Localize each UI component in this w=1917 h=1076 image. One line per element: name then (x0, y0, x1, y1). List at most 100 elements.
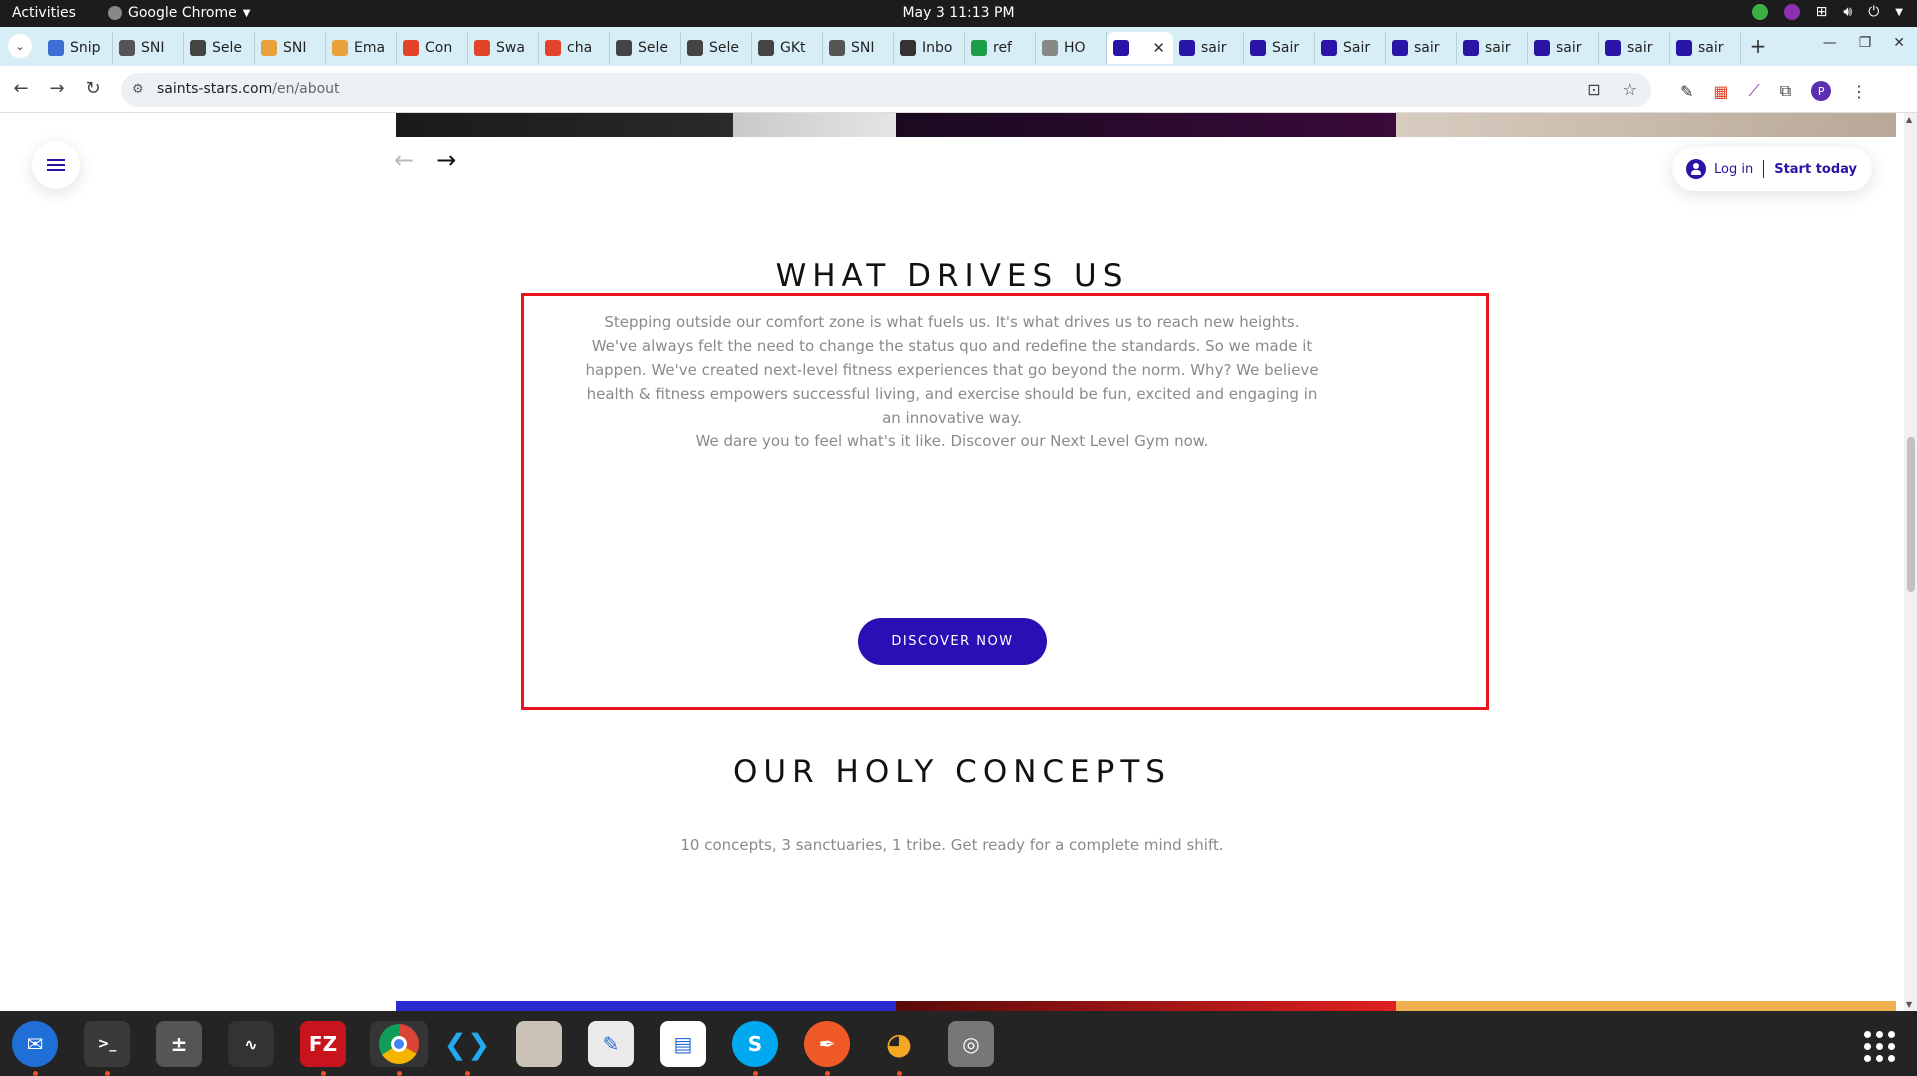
tab-favicon-icon (758, 40, 774, 56)
hamburger-icon (47, 156, 65, 174)
tab-label: Ema (354, 40, 386, 56)
calculator-icon[interactable]: ± (156, 1021, 202, 1067)
address-bar[interactable]: ⚙ saints-stars.com/en/about ⊡ ☆ (121, 73, 1651, 107)
system-monitor-icon[interactable]: ∿ (228, 1021, 274, 1067)
url-text[interactable]: saints-stars.com/en/about (157, 81, 340, 97)
install-app-icon[interactable]: ⊡ (1587, 80, 1600, 99)
app-menu[interactable]: Google Chrome ▼ (108, 5, 250, 21)
tab[interactable]: sair (1599, 32, 1670, 64)
page-scrollbar[interactable]: ▲ ▼ (1904, 113, 1917, 1011)
filezilla-icon[interactable]: FZ (300, 1021, 346, 1067)
minimize-button[interactable]: — (1823, 35, 1837, 51)
tab-favicon-icon (1534, 40, 1550, 56)
hamburger-menu-button[interactable] (32, 141, 80, 189)
system-tray[interactable]: ⊞ 🔊︎ ⏻ ▼ (1751, 4, 1903, 20)
new-tab-button[interactable]: + (1744, 32, 1772, 60)
maximize-button[interactable]: ❐ (1859, 35, 1872, 51)
drives-dare: We dare you to feel what's it like. Disc… (0, 429, 1904, 453)
vscode-icon[interactable]: ❮❯ (444, 1021, 491, 1067)
tab[interactable]: Snip (42, 32, 113, 64)
tab[interactable]: GKt (752, 32, 823, 64)
inkscape-icon[interactable]: ✒ (804, 1021, 850, 1067)
login-link[interactable]: Log in (1714, 162, 1753, 177)
reload-button[interactable]: ↻ (82, 78, 104, 99)
tab[interactable]: Sele (610, 32, 681, 64)
scroll-down-icon[interactable]: ▼ (1906, 1000, 1912, 1009)
concept-image[interactable] (396, 1001, 896, 1011)
calendar-extension-icon[interactable]: ▦ (1713, 82, 1728, 101)
auth-pill: Log in Start today (1672, 147, 1872, 191)
tab[interactable]: sair (1670, 32, 1741, 64)
arrow-right-icon[interactable]: → (436, 146, 456, 174)
running-indicator (321, 1071, 326, 1076)
extensions-puzzle-icon[interactable]: ⧉ (1780, 81, 1791, 101)
tab-search-button[interactable]: ⌄ (8, 34, 32, 58)
tab[interactable]: sair (1386, 32, 1457, 64)
files-icon[interactable] (516, 1021, 562, 1067)
running-indicator (397, 1071, 402, 1076)
close-window-button[interactable]: ✕ (1893, 35, 1905, 51)
concepts-subtitle: 10 concepts, 3 sanctuaries, 1 tribe. Get… (0, 833, 1904, 857)
bookmark-star-icon[interactable]: ☆ (1623, 80, 1637, 99)
concept-image[interactable] (1396, 1001, 1896, 1011)
writer-icon[interactable]: ▤ (660, 1021, 706, 1067)
carousel-image[interactable] (896, 113, 1396, 137)
tab[interactable]: Sele (681, 32, 752, 64)
eyedropper-icon[interactable]: ✎ (1680, 82, 1693, 101)
profile-avatar[interactable]: P (1811, 81, 1832, 101)
start-today-link[interactable]: Start today (1774, 162, 1857, 177)
show-apps-grid-icon[interactable] (1864, 1031, 1895, 1062)
tab[interactable]: HO (1036, 32, 1107, 64)
tab[interactable]: sair (1173, 32, 1244, 64)
text-editor-icon[interactable]: ✎ (588, 1021, 634, 1067)
tab[interactable]: sair (1528, 32, 1599, 64)
discover-now-button[interactable]: DISCOVER NOW (858, 618, 1047, 665)
forward-button[interactable]: → (46, 78, 68, 99)
divider (1763, 160, 1765, 178)
flame-app-icon[interactable]: ◕ (876, 1021, 922, 1067)
carousel-arrows: ← → (394, 146, 456, 174)
pen-extension-icon[interactable]: ⟋ (1749, 81, 1760, 101)
tab-favicon-icon (119, 40, 135, 56)
tab[interactable]: Ema (326, 32, 397, 64)
close-tab-icon[interactable]: ✕ (1152, 39, 1165, 57)
skype-icon[interactable]: S (732, 1021, 778, 1067)
kebab-menu-icon[interactable]: ⋮ (1851, 82, 1867, 101)
scrollbar-thumb[interactable] (1907, 437, 1915, 592)
drives-body-text: Stepping outside our comfort zone is wha… (585, 313, 1319, 427)
running-indicator (753, 1071, 758, 1076)
tab-label: Inbo (922, 40, 953, 56)
scroll-up-icon[interactable]: ▲ (1906, 115, 1912, 124)
browser-toolbar: ← → ↻ ⚙ saints-stars.com/en/about ⊡ ☆ ✎ … (0, 66, 1917, 113)
tab[interactable]: SNI (255, 32, 326, 64)
arrow-left-icon[interactable]: ← (394, 146, 414, 174)
tab-favicon-icon (1321, 40, 1337, 56)
tab[interactable]: ref (965, 32, 1036, 64)
back-button[interactable]: ← (10, 78, 32, 99)
tab-active[interactable]: ✕ (1107, 32, 1173, 64)
thunderbird-icon[interactable]: ✉ (12, 1021, 58, 1067)
carousel-image[interactable] (1396, 113, 1896, 137)
tab[interactable]: Con (397, 32, 468, 64)
tab[interactable]: sair (1457, 32, 1528, 64)
tab[interactable]: cha (539, 32, 610, 64)
tab-strip: ⌄ Snip SNI Sele SNI Ema Con Swa cha Sele Sele GKt S… (0, 27, 1917, 66)
tab[interactable]: Sele (184, 32, 255, 64)
carousel-image[interactable] (733, 113, 896, 137)
tab[interactable]: Sair (1315, 32, 1386, 64)
tab[interactable]: SNI (113, 32, 184, 64)
tab[interactable]: Inbo (894, 32, 965, 64)
site-info-icon[interactable]: ⚙ (132, 82, 144, 97)
disk-icon[interactable]: ◎ (948, 1021, 994, 1067)
carousel-image[interactable] (396, 113, 733, 137)
tab-favicon-icon (1113, 40, 1129, 56)
tab[interactable]: Sair (1244, 32, 1315, 64)
chrome-icon[interactable] (370, 1021, 428, 1067)
clock[interactable]: May 3 11:13 PM (0, 5, 1917, 21)
tab[interactable]: SNI (823, 32, 894, 64)
concepts-subtitle-text: 10 concepts, 3 sanctuaries, 1 tribe. Get… (680, 836, 1224, 854)
activities-button[interactable]: Activities (12, 5, 76, 21)
terminal-icon[interactable]: >_ (84, 1021, 130, 1067)
tab[interactable]: Swa (468, 32, 539, 64)
concept-image[interactable] (896, 1001, 1396, 1011)
